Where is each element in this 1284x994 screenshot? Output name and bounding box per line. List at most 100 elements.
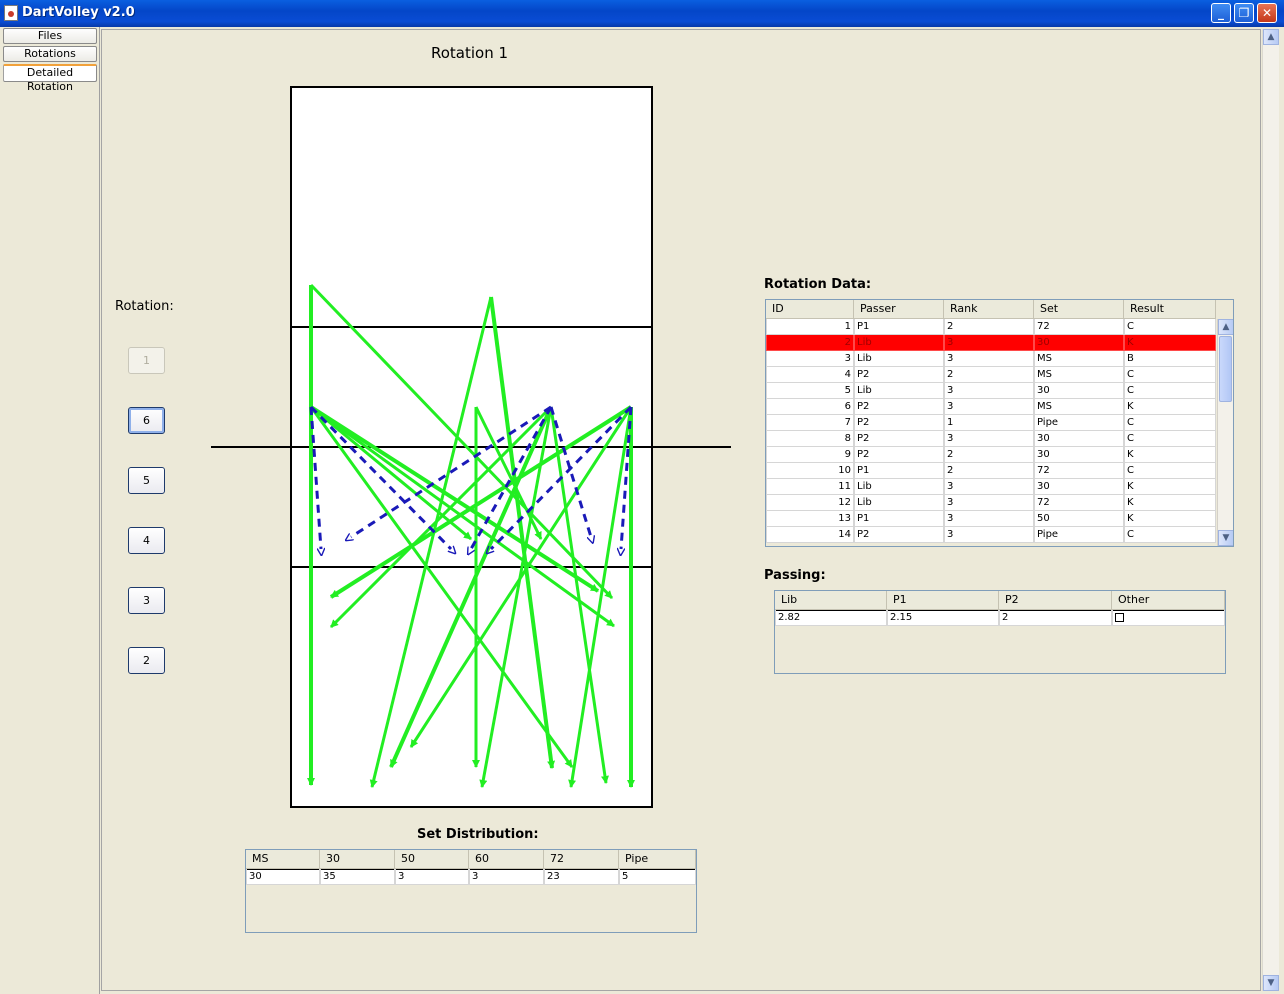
table-cell [1112, 610, 1225, 626]
table-cell: P2 [854, 415, 944, 431]
table-cell: 30 [1034, 383, 1124, 399]
rotation-button-3[interactable]: 3 [128, 587, 165, 614]
table-cell: P1 [854, 463, 944, 479]
tab-detailed-rotation[interactable]: Detailed Rotation [3, 64, 97, 93]
rotation-button-2[interactable]: 2 [128, 647, 165, 674]
scroll-down-arrow-icon[interactable]: ▼ [1218, 530, 1233, 546]
column-header[interactable]: Rank [944, 300, 1034, 318]
scroll-thumb[interactable] [1219, 336, 1232, 402]
column-header[interactable]: Pipe [619, 850, 696, 868]
table-row[interactable]: 2.82 2.15 2 [775, 610, 1225, 626]
table-row[interactable]: 10 P1 2 72 C [766, 463, 1216, 479]
table-cell: Lib [854, 335, 944, 351]
maximize-button[interactable]: ❐ [1234, 3, 1254, 23]
table-cell: MS [1034, 351, 1124, 367]
rotation-data-label: Rotation Data: [764, 277, 872, 292]
table-cell: MS [1034, 399, 1124, 415]
rotation-data-table[interactable]: ID Passer Rank Set Result 1 P1 2 72 C 2 Lib 3 30 K 3 Lib… [765, 299, 1234, 547]
set-distribution-label: Set Distribution: [417, 827, 539, 842]
table-cell: K [1124, 495, 1216, 511]
table-cell: 4 [766, 367, 854, 383]
tab-files[interactable]: Files [3, 28, 97, 44]
table-cell: Pipe [1034, 415, 1124, 431]
table-cell: P2 [854, 431, 944, 447]
column-header[interactable]: ID [766, 300, 854, 318]
table-cell: 3 [944, 527, 1034, 543]
table-row[interactable]: 14 P2 3 Pipe C [766, 527, 1216, 543]
table-cell: 1 [944, 415, 1034, 431]
column-header[interactable]: Result [1124, 300, 1216, 318]
rotation-data-scrollbar[interactable]: ▲ ▼ [1217, 319, 1233, 546]
table-row[interactable]: 1 P1 2 72 C [766, 319, 1216, 335]
table-cell: K [1124, 399, 1216, 415]
column-header[interactable]: Set [1034, 300, 1124, 318]
table-cell: 23 [544, 869, 619, 885]
table-cell: 5 [766, 383, 854, 399]
rotation-button-4[interactable]: 4 [128, 527, 165, 554]
table-cell: 2 [944, 367, 1034, 383]
column-header[interactable]: P2 [999, 591, 1112, 609]
table-cell: P2 [854, 367, 944, 383]
column-header[interactable]: Lib [775, 591, 887, 609]
passing-table: Lib P1 P2 Other 2.82 2.15 2 [774, 590, 1226, 674]
table-cell: 50 [1034, 511, 1124, 527]
rotation-button-6[interactable]: 6 [128, 407, 165, 434]
close-button[interactable]: ✕ [1257, 3, 1277, 23]
table-row[interactable]: 7 P2 1 Pipe C [766, 415, 1216, 431]
table-cell: 3 [469, 869, 544, 885]
column-header[interactable]: 30 [320, 850, 395, 868]
table-row[interactable]: 8 P2 3 30 C [766, 431, 1216, 447]
column-header[interactable]: Passer [854, 300, 944, 318]
table-row[interactable]: 12 Lib 3 72 K [766, 495, 1216, 511]
table-cell: 2 [944, 447, 1034, 463]
scroll-down-arrow-icon[interactable]: ▼ [1263, 975, 1279, 991]
table-cell: Pipe [1034, 527, 1124, 543]
table-cell: 30 [246, 869, 320, 885]
column-header[interactable]: 50 [395, 850, 469, 868]
scroll-up-arrow-icon[interactable]: ▲ [1218, 319, 1233, 335]
window-title: DartVolley v2.0 [22, 5, 135, 20]
table-row[interactable]: 5 Lib 3 30 C [766, 383, 1216, 399]
rotation-label: Rotation: [115, 299, 174, 314]
rotation-button-1: 1 [128, 347, 165, 374]
column-header[interactable]: MS [246, 850, 320, 868]
tab-strip: Files Rotations Detailed Rotation [0, 27, 100, 994]
table-row[interactable]: 13 P1 3 50 K [766, 511, 1216, 527]
table-row[interactable]: 30 35 3 3 23 5 [246, 869, 696, 885]
scroll-up-arrow-icon[interactable]: ▲ [1263, 29, 1279, 45]
minimize-button[interactable]: _ [1211, 3, 1231, 23]
column-header[interactable]: 60 [469, 850, 544, 868]
table-row[interactable]: 11 Lib 3 30 K [766, 479, 1216, 495]
table-cell: Lib [854, 351, 944, 367]
table-row[interactable]: 2 Lib 3 30 K [766, 335, 1216, 351]
table-row[interactable]: 9 P2 2 30 K [766, 447, 1216, 463]
table-cell: 3 [944, 351, 1034, 367]
table-cell: 3 [944, 479, 1034, 495]
table-header: ID Passer Rank Set Result [766, 300, 1216, 319]
table-cell: 3 [944, 383, 1034, 399]
table-row[interactable]: 4 P2 2 MS C [766, 367, 1216, 383]
column-header[interactable]: 72 [544, 850, 619, 868]
table-cell: P1 [854, 319, 944, 335]
table-row[interactable]: 3 Lib 3 MS B [766, 351, 1216, 367]
checkbox[interactable] [1115, 612, 1124, 622]
tab-rotations[interactable]: Rotations [3, 46, 97, 62]
table-cell: Lib [854, 383, 944, 399]
table-cell: 3 [944, 335, 1034, 351]
table-cell: 30 [1034, 335, 1124, 351]
table-cell: 3 [766, 351, 854, 367]
table-cell: C [1124, 527, 1216, 543]
main-scrollbar[interactable]: ▲ ▼ [1262, 29, 1279, 991]
table-cell: 3 [944, 495, 1034, 511]
table-cell: 3 [944, 399, 1034, 415]
table-cell: 72 [1034, 319, 1124, 335]
table-row[interactable]: 6 P2 3 MS K [766, 399, 1216, 415]
column-header[interactable]: Other [1112, 591, 1225, 609]
rotation-button-5[interactable]: 5 [128, 467, 165, 494]
table-cell: 35 [320, 869, 395, 885]
table-cell: 2 [944, 319, 1034, 335]
table-cell: K [1124, 479, 1216, 495]
table-cell: 8 [766, 431, 854, 447]
table-cell: 11 [766, 479, 854, 495]
column-header[interactable]: P1 [887, 591, 999, 609]
